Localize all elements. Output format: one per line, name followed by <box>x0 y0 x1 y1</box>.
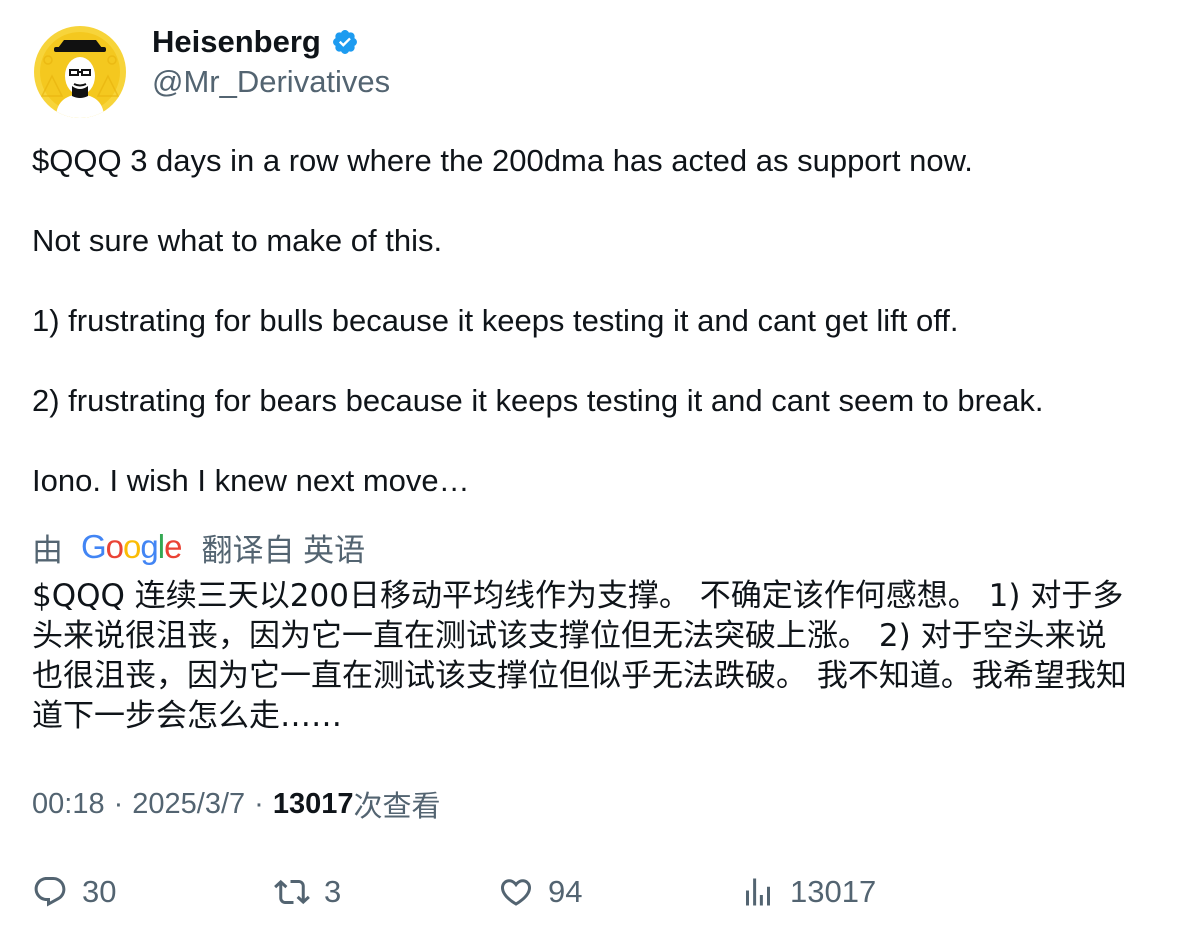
author-handle[interactable]: @Mr_Derivatives <box>152 62 390 102</box>
translated-line: 也很沮丧，因为它一直在测试该支撑位但似乎无法跌破。 我不知道。我希望我知 <box>32 658 1127 694</box>
translated-by-label: 由 <box>32 532 63 568</box>
like-count: 94 <box>548 874 583 909</box>
heisenberg-avatar-icon <box>34 26 126 118</box>
tweet-body: $QQQ 3 days in a row where the 200dma ha… <box>32 141 1172 501</box>
meta-views-count: 13017 <box>272 787 354 820</box>
reply-icon <box>34 877 66 907</box>
views-count: 13017 <box>790 874 877 909</box>
tweet-paragraph: 1) frustrating for bulls because it keep… <box>32 303 959 338</box>
translated-line: $QQQ 连续三天以200日移动平均线作为支撑。 不确定该作何感想。 1) 对于… <box>32 578 1124 614</box>
tweet-paragraph: $QQQ 3 days in a row where the 200dma ha… <box>32 143 973 178</box>
translated-text: $QQQ 连续三天以200日移动平均线作为支撑。 不确定该作何感想。 1) 对于… <box>32 576 1172 736</box>
tweet-actions: 30 3 94 13017 <box>0 870 1196 914</box>
meta-views-label: 次查看 <box>353 791 441 823</box>
meta-separator: · <box>254 787 264 820</box>
tweet-time[interactable]: 00:18 <box>32 788 105 821</box>
retweet-count: 3 <box>324 874 342 909</box>
translated-line: 道下一步会怎么走…… <box>32 698 342 734</box>
translation-attribution[interactable]: 由 Google 翻译自 英语 <box>32 527 366 568</box>
views-button[interactable]: 13017 <box>740 870 876 914</box>
meta-separator: · <box>113 787 124 820</box>
reply-count: 30 <box>82 874 117 909</box>
translated-from-label: 翻译自 英语 <box>201 532 366 568</box>
tweet-paragraph: 2) frustrating for bears because it keep… <box>32 383 1044 418</box>
retweet-button[interactable]: 3 <box>274 870 341 914</box>
bar-chart-icon <box>746 878 770 906</box>
reply-button[interactable]: 30 <box>32 870 116 914</box>
tweet-paragraph: Iono. I wish I knew next move… <box>32 463 470 498</box>
tweet-paragraph: Not sure what to make of this. <box>32 223 443 258</box>
author-display-name[interactable]: Heisenberg <box>152 22 321 62</box>
verified-badge-icon[interactable] <box>331 28 359 56</box>
google-logo-icon: Google <box>81 528 182 565</box>
retweet-icon <box>274 879 310 905</box>
avatar[interactable] <box>34 26 126 118</box>
tweet-date[interactable]: 2025/3/7 <box>132 788 245 821</box>
author-name-row: Heisenberg <box>152 22 359 62</box>
translated-line: 头来说很沮丧，因为它一直在测试该支撑位但无法突破上涨。 2) 对于空头来说 <box>32 618 1107 654</box>
like-button[interactable]: 94 <box>498 870 582 914</box>
heart-icon <box>500 879 532 906</box>
tweet-meta: 00:18 · 2025/3/7 · 13017 次查看 <box>32 784 440 824</box>
